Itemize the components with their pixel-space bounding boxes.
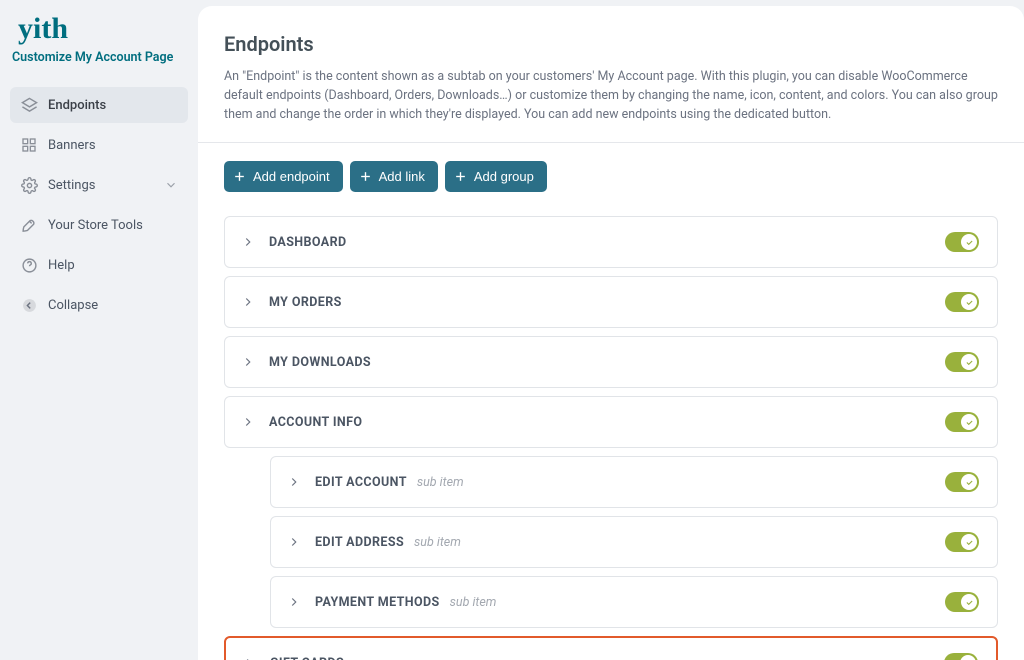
endpoint-label: EDIT ADDRESS: [315, 535, 404, 550]
add-link-button[interactable]: Add link: [350, 161, 438, 192]
sidebar-item-endpoints[interactable]: Endpoints: [10, 87, 188, 123]
subitem-tag: sub item: [450, 595, 497, 610]
check-icon: [961, 474, 977, 490]
endpoint-row-gift-cards[interactable]: GIFT CARDS: [224, 636, 998, 660]
brand-subtitle: Customize My Account Page: [10, 44, 188, 87]
chevron-right-icon[interactable]: [283, 531, 305, 553]
toggle-switch[interactable]: [945, 472, 979, 492]
gear-icon: [20, 176, 38, 194]
sidebar-item-store-tools[interactable]: Your Store Tools: [10, 207, 188, 243]
toggle-switch[interactable]: [945, 352, 979, 372]
plus-icon: [454, 170, 467, 183]
plus-icon: [233, 170, 246, 183]
check-icon: [961, 294, 977, 310]
chevron-right-icon[interactable]: [238, 652, 260, 660]
plus-icon: [359, 170, 372, 183]
sidebar-item-help[interactable]: Help: [10, 247, 188, 283]
toggle-switch[interactable]: [944, 653, 978, 660]
endpoint-row[interactable]: MY ORDERS: [224, 276, 998, 328]
endpoint-row-sub[interactable]: EDIT ADDRESS sub item: [270, 516, 998, 568]
layers-icon: [20, 96, 38, 114]
chevron-right-icon[interactable]: [237, 411, 259, 433]
sidebar: yith Customize My Account Page Endpoints…: [0, 0, 198, 660]
endpoint-row-sub[interactable]: PAYMENT METHODS sub item: [270, 576, 998, 628]
page-description: An "Endpoint" is the content shown as a …: [224, 68, 998, 124]
sidebar-item-collapse[interactable]: Collapse: [10, 287, 188, 323]
sidebar-item-label: Collapse: [48, 298, 178, 313]
sidebar-nav: Endpoints Banners Settings: [10, 87, 188, 323]
subitem-tag: sub item: [417, 475, 464, 490]
endpoint-label: MY DOWNLOADS: [269, 355, 371, 370]
main-panel: Endpoints An "Endpoint" is the content s…: [198, 6, 1024, 660]
sidebar-item-banners[interactable]: Banners: [10, 127, 188, 163]
endpoint-row-sub[interactable]: EDIT ACCOUNT sub item: [270, 456, 998, 508]
chevron-right-icon[interactable]: [283, 591, 305, 613]
toggle-switch[interactable]: [945, 592, 979, 612]
endpoint-label: MY ORDERS: [269, 295, 342, 310]
sidebar-item-label: Your Store Tools: [48, 218, 178, 233]
divider: [198, 142, 1024, 143]
sidebar-item-label: Help: [48, 258, 178, 273]
collapse-icon: [20, 296, 38, 314]
action-row: Add endpoint Add link Add group: [224, 161, 998, 192]
grid-icon: [20, 136, 38, 154]
add-group-button[interactable]: Add group: [445, 161, 547, 192]
check-icon: [961, 534, 977, 550]
endpoint-row[interactable]: MY DOWNLOADS: [224, 336, 998, 388]
page-title: Endpoints: [224, 32, 998, 56]
chevron-right-icon[interactable]: [237, 231, 259, 253]
button-label: Add link: [379, 169, 425, 184]
check-icon: [960, 655, 976, 660]
toggle-switch[interactable]: [945, 292, 979, 312]
chevron-right-icon[interactable]: [237, 291, 259, 313]
toggle-switch[interactable]: [945, 412, 979, 432]
subitem-tag: sub item: [414, 535, 461, 550]
sidebar-item-settings[interactable]: Settings: [10, 167, 188, 203]
sidebar-item-label: Endpoints: [48, 98, 178, 113]
endpoint-label: ACCOUNT INFO: [269, 415, 362, 430]
toggle-switch[interactable]: [945, 232, 979, 252]
help-icon: [20, 256, 38, 274]
endpoint-label: DASHBOARD: [269, 235, 347, 250]
check-icon: [961, 234, 977, 250]
check-icon: [961, 594, 977, 610]
brand-logo: yith: [10, 14, 188, 44]
chevron-right-icon[interactable]: [283, 471, 305, 493]
endpoint-label: PAYMENT METHODS: [315, 595, 440, 610]
button-label: Add endpoint: [253, 169, 330, 184]
toggle-switch[interactable]: [945, 532, 979, 552]
rocket-icon: [20, 216, 38, 234]
add-endpoint-button[interactable]: Add endpoint: [224, 161, 343, 192]
button-label: Add group: [474, 169, 534, 184]
sidebar-item-label: Settings: [48, 178, 164, 193]
chevron-right-icon[interactable]: [237, 351, 259, 373]
check-icon: [961, 414, 977, 430]
endpoint-label: GIFT CARDS: [270, 656, 344, 660]
endpoint-row[interactable]: ACCOUNT INFO: [224, 396, 998, 448]
endpoint-list: DASHBOARD MY ORDERS MY DOWNLOADS ACCOUNT…: [224, 216, 998, 660]
endpoint-row[interactable]: DASHBOARD: [224, 216, 998, 268]
sidebar-item-label: Banners: [48, 138, 178, 153]
check-icon: [961, 354, 977, 370]
endpoint-label: EDIT ACCOUNT: [315, 475, 407, 490]
chevron-down-icon: [164, 178, 178, 192]
